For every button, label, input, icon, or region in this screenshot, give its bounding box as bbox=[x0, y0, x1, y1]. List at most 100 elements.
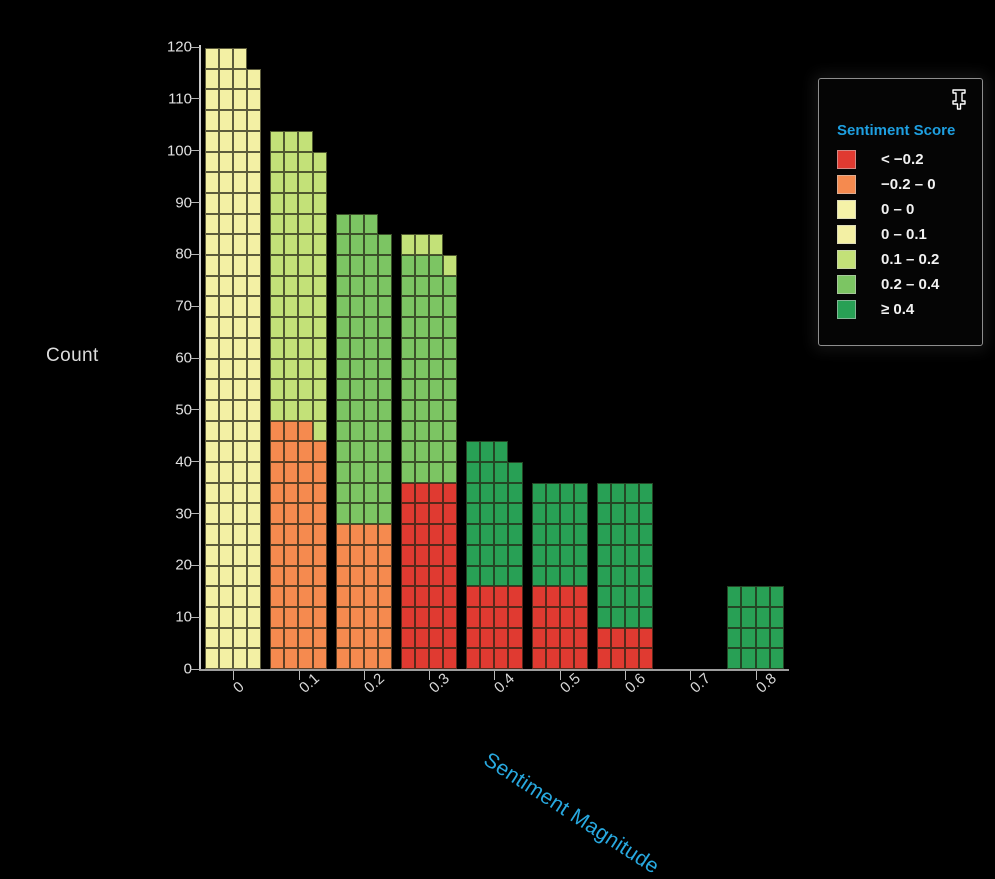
bar-cell[interactable] bbox=[400, 503, 415, 525]
bar-cell[interactable] bbox=[559, 544, 574, 566]
bar-cell[interactable] bbox=[429, 337, 444, 359]
bar-cell[interactable] bbox=[205, 172, 220, 193]
bar-cell[interactable] bbox=[429, 462, 444, 483]
bar-cell[interactable] bbox=[414, 441, 430, 462]
bar-cell[interactable] bbox=[466, 544, 481, 566]
bar-cell[interactable] bbox=[247, 172, 262, 193]
bar-cell[interactable] bbox=[284, 337, 299, 359]
bar-cell[interactable] bbox=[400, 441, 415, 462]
bar-cell[interactable] bbox=[219, 234, 234, 255]
bar-cell[interactable] bbox=[205, 337, 220, 359]
bar-cell[interactable] bbox=[205, 68, 220, 90]
bar-cell[interactable] bbox=[639, 565, 654, 587]
bar-cell[interactable] bbox=[312, 399, 327, 421]
bar-cell[interactable] bbox=[270, 151, 285, 173]
bar-cell[interactable] bbox=[596, 503, 611, 525]
bar-cell[interactable] bbox=[312, 234, 327, 255]
bar-cell[interactable] bbox=[219, 627, 234, 649]
bar-cell[interactable] bbox=[284, 606, 299, 628]
bar-cell[interactable] bbox=[429, 358, 444, 380]
bar-cell[interactable] bbox=[298, 358, 313, 380]
bar-cell[interactable] bbox=[414, 544, 430, 566]
bar-cell[interactable] bbox=[545, 627, 560, 649]
bar-cell[interactable] bbox=[205, 89, 220, 111]
bar-cell[interactable] bbox=[312, 524, 327, 545]
bar-cell[interactable] bbox=[219, 586, 234, 607]
bar-cell[interactable] bbox=[480, 524, 495, 545]
bar-cell[interactable] bbox=[335, 255, 350, 276]
bar-cell[interactable] bbox=[573, 503, 588, 525]
bar-cell[interactable] bbox=[377, 441, 392, 462]
bar-cell[interactable] bbox=[312, 275, 327, 297]
bar-cell[interactable] bbox=[494, 565, 509, 587]
bar-cell[interactable] bbox=[284, 544, 299, 566]
bar-cell[interactable] bbox=[596, 606, 611, 628]
bar-cell[interactable] bbox=[247, 544, 262, 566]
bar-cell[interactable] bbox=[219, 441, 234, 462]
bar-cell[interactable] bbox=[284, 213, 299, 235]
bar-cell[interactable] bbox=[363, 627, 378, 649]
bar-cell[interactable] bbox=[312, 606, 327, 628]
bar-cell[interactable] bbox=[247, 586, 262, 607]
bar-cell[interactable] bbox=[247, 234, 262, 255]
bar-cell[interactable] bbox=[284, 586, 299, 607]
bar-cell[interactable] bbox=[429, 317, 444, 338]
bar-cell[interactable] bbox=[400, 275, 415, 297]
bar-cell[interactable] bbox=[312, 213, 327, 235]
bar-cell[interactable] bbox=[219, 648, 234, 669]
bar-cell[interactable] bbox=[335, 586, 350, 607]
bar-cell[interactable] bbox=[363, 462, 378, 483]
bar-cell[interactable] bbox=[400, 565, 415, 587]
bar-cell[interactable] bbox=[247, 317, 262, 338]
bar-cell[interactable] bbox=[531, 544, 546, 566]
bar-cell[interactable] bbox=[247, 296, 262, 318]
bar-cell[interactable] bbox=[284, 648, 299, 669]
bar-cell[interactable] bbox=[349, 648, 364, 669]
bar-cell[interactable] bbox=[205, 544, 220, 566]
bar-stack[interactable] bbox=[531, 482, 588, 669]
bar-cell[interactable] bbox=[298, 544, 313, 566]
bar-cell[interactable] bbox=[284, 627, 299, 649]
bar-cell[interactable] bbox=[219, 317, 234, 338]
bar-cell[interactable] bbox=[545, 482, 560, 504]
bar-cell[interactable] bbox=[284, 524, 299, 545]
bar-cell[interactable] bbox=[769, 606, 784, 628]
bar-cell[interactable] bbox=[205, 586, 220, 607]
bar-cell[interactable] bbox=[494, 462, 509, 483]
bar-cell[interactable] bbox=[219, 524, 234, 545]
bar-cell[interactable] bbox=[335, 648, 350, 669]
bar-cell[interactable] bbox=[596, 565, 611, 587]
bar-cell[interactable] bbox=[573, 544, 588, 566]
bar-cell[interactable] bbox=[755, 606, 770, 628]
bar-cell[interactable] bbox=[247, 151, 262, 173]
bar-cell[interactable] bbox=[596, 586, 611, 607]
bar-cell[interactable] bbox=[233, 586, 248, 607]
bar-cell[interactable] bbox=[494, 648, 509, 669]
bar-cell[interactable] bbox=[270, 565, 285, 587]
bar-cell[interactable] bbox=[233, 399, 248, 421]
bar-cell[interactable] bbox=[480, 565, 495, 587]
bar-cell[interactable] bbox=[247, 379, 262, 400]
bar-cell[interactable] bbox=[531, 565, 546, 587]
bar-cell[interactable] bbox=[429, 234, 444, 255]
bar-cell[interactable] bbox=[443, 399, 458, 421]
bar-cell[interactable] bbox=[349, 441, 364, 462]
bar-cell[interactable] bbox=[377, 627, 392, 649]
bar-cell[interactable] bbox=[205, 482, 220, 504]
bar-cell[interactable] bbox=[233, 68, 248, 90]
bar-cell[interactable] bbox=[335, 503, 350, 525]
bar-cell[interactable] bbox=[270, 441, 285, 462]
bar-cell[interactable] bbox=[349, 420, 364, 442]
bar-cell[interactable] bbox=[414, 255, 430, 276]
bar-cell[interactable] bbox=[270, 337, 285, 359]
bar-cell[interactable] bbox=[443, 420, 458, 442]
bar-cell[interactable] bbox=[508, 503, 523, 525]
bar-cell[interactable] bbox=[466, 503, 481, 525]
bar-cell[interactable] bbox=[429, 648, 444, 669]
bar-cell[interactable] bbox=[400, 234, 415, 255]
bar-cell[interactable] bbox=[414, 648, 430, 669]
bar-cell[interactable] bbox=[414, 420, 430, 442]
bar-cell[interactable] bbox=[624, 648, 640, 669]
bar-cell[interactable] bbox=[573, 565, 588, 587]
bar-cell[interactable] bbox=[270, 524, 285, 545]
